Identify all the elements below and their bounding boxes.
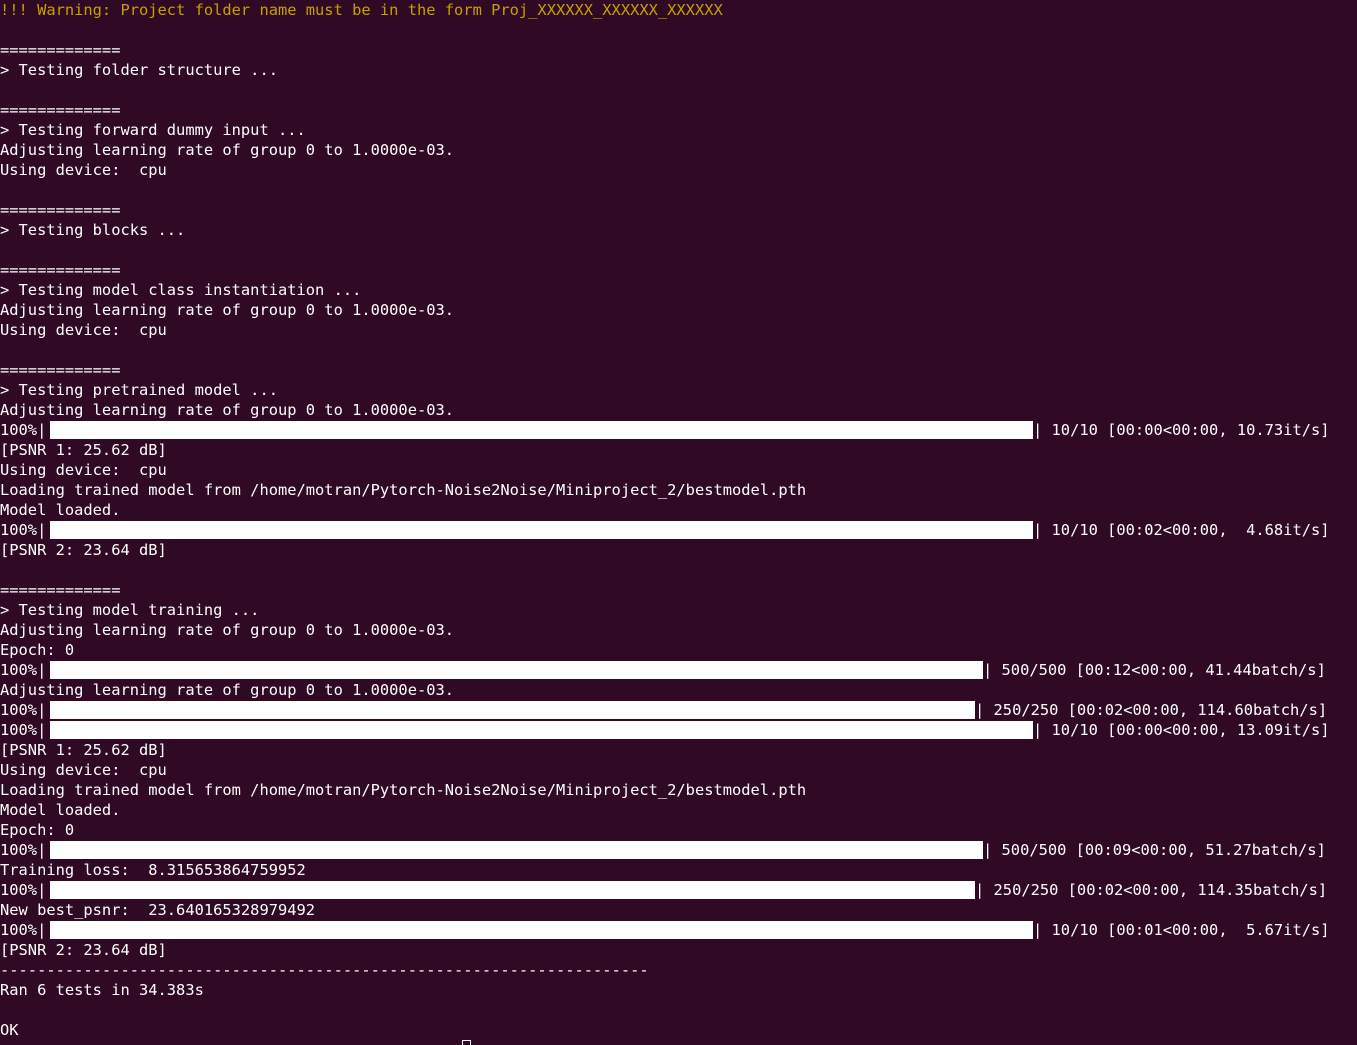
adjusting-lr-line: Adjusting learning rate of group 0 to 1.… [0, 301, 455, 319]
using-device-line: Using device: cpu [0, 461, 167, 479]
progress-percent-label: 100%| [0, 421, 47, 439]
ok-line: OK [0, 1021, 19, 1039]
progress-bar-row-pb-psnr2-training: 100%| | 10/10 [00:01<00:00, 5.67it/s] [0, 920, 1357, 940]
progress-bar-status: | 10/10 [00:00<00:00, 13.09it/s] [1033, 721, 1330, 739]
progress-bar-row-pb-psnr1-pretrained: 100%| | 10/10 [00:00<00:00, 10.73it/s] [0, 420, 1357, 440]
training-loss-line: Training loss: 8.315653864759952 [0, 861, 306, 879]
test-forward-dummy-line: > Testing forward dummy input ... [0, 121, 306, 139]
progress-percent-label: 100%| [0, 701, 47, 719]
terminal-screen-buffer: !!! Warning: Project folder name must be… [0, 0, 1357, 1040]
progress-bar-status: | 500/500 [00:12<00:00, 41.44batch/s] [983, 661, 1326, 679]
adjusting-lr-line: Adjusting learning rate of group 0 to 1.… [0, 401, 455, 419]
separator-equals: ============= [0, 101, 121, 119]
progress-bar-row-pb-val-250-b: 100%| | 250/250 [00:02<00:00, 114.35batc… [0, 880, 1357, 900]
separator-equals: ============= [0, 361, 121, 379]
progress-bar-fill [50, 421, 1033, 439]
progress-bar-row-pb-train-epoch0-500-b: 100%| | 500/500 [00:09<00:00, 51.27batch… [0, 840, 1357, 860]
warning-line: !!! Warning: Project folder name must be… [0, 1, 723, 19]
separator-equals: ============= [0, 41, 121, 59]
psnr2-line: [PSNR 2: 23.64 dB] [0, 541, 167, 559]
progress-bar-status: | 10/10 [00:02<00:00, 4.68it/s] [1033, 521, 1330, 539]
new-best-psnr-line: New best_psnr: 23.640165328979492 [0, 901, 316, 919]
loading-model-line: Loading trained model from /home/motran/… [0, 781, 807, 799]
separator-equals: ============= [0, 201, 121, 219]
psnr1-line: [PSNR 1: 25.62 dB] [0, 741, 167, 759]
adjusting-lr-line: Adjusting learning rate of group 0 to 1.… [0, 141, 455, 159]
separator-equals: ============= [0, 581, 121, 599]
progress-percent-label: 100%| [0, 881, 47, 899]
progress-bar-fill [50, 661, 983, 679]
progress-bar-status: | 10/10 [00:01<00:00, 5.67it/s] [1033, 921, 1330, 939]
terminal-window[interactable]: !!! Warning: Project folder name must be… [0, 0, 1357, 1045]
test-blocks-line: > Testing blocks ... [0, 221, 186, 239]
using-device-line: Using device: cpu [0, 761, 167, 779]
epoch-line: Epoch: 0 [0, 641, 75, 659]
psnr2-line: [PSNR 2: 23.64 dB] [0, 941, 167, 959]
progress-bar-status: | 250/250 [00:02<00:00, 114.35batch/s] [975, 881, 1328, 899]
separator-equals: ============= [0, 261, 121, 279]
psnr1-line: [PSNR 1: 25.62 dB] [0, 441, 167, 459]
model-loaded-line: Model loaded. [0, 801, 121, 819]
using-device-line: Using device: cpu [0, 321, 167, 339]
adjusting-lr-line: Adjusting learning rate of group 0 to 1.… [0, 681, 455, 699]
progress-bar-fill [50, 921, 1033, 939]
loading-model-line: Loading trained model from /home/motran/… [0, 481, 807, 499]
progress-bar-fill [50, 701, 975, 719]
model-loaded-line: Model loaded. [0, 501, 121, 519]
progress-percent-label: 100%| [0, 921, 47, 939]
progress-bar-fill [50, 721, 1033, 739]
adjusting-lr-line: Adjusting learning rate of group 0 to 1.… [0, 621, 455, 639]
progress-percent-label: 100%| [0, 521, 47, 539]
test-model-class-line: > Testing model class instantiation ... [0, 281, 362, 299]
test-pretrained-line: > Testing pretrained model ... [0, 381, 278, 399]
progress-bar-status: | 10/10 [00:00<00:00, 10.73it/s] [1033, 421, 1330, 439]
separator-dashes: ----------------------------------------… [0, 961, 649, 979]
test-folder-structure-line: > Testing folder structure ... [0, 61, 278, 79]
progress-bar-fill [50, 881, 975, 899]
progress-bar-row-pb-val-250-a: 100%| | 250/250 [00:02<00:00, 114.60batc… [0, 700, 1357, 720]
progress-percent-label: 100%| [0, 661, 47, 679]
using-device-line: Using device: cpu [0, 161, 167, 179]
ran-tests-line: Ran 6 tests in 34.383s [0, 981, 204, 999]
progress-percent-label: 100%| [0, 721, 47, 739]
progress-bar-status: | 500/500 [00:09<00:00, 51.27batch/s] [983, 841, 1326, 859]
progress-percent-label: 100%| [0, 841, 47, 859]
text-cursor [462, 1040, 471, 1045]
epoch-line: Epoch: 0 [0, 821, 75, 839]
progress-bar-fill [50, 841, 983, 859]
progress-bar-row-pb-train-epoch0-500: 100%| | 500/500 [00:12<00:00, 41.44batch… [0, 660, 1357, 680]
progress-bar-row-pb-psnr2-pretrained: 100%| | 10/10 [00:02<00:00, 4.68it/s] [0, 520, 1357, 540]
test-model-training-line: > Testing model training ... [0, 601, 260, 619]
progress-bar-fill [50, 521, 1033, 539]
progress-bar-row-pb-psnr1-training: 100%| | 10/10 [00:00<00:00, 13.09it/s] [0, 720, 1357, 740]
progress-bar-status: | 250/250 [00:02<00:00, 114.60batch/s] [975, 701, 1328, 719]
